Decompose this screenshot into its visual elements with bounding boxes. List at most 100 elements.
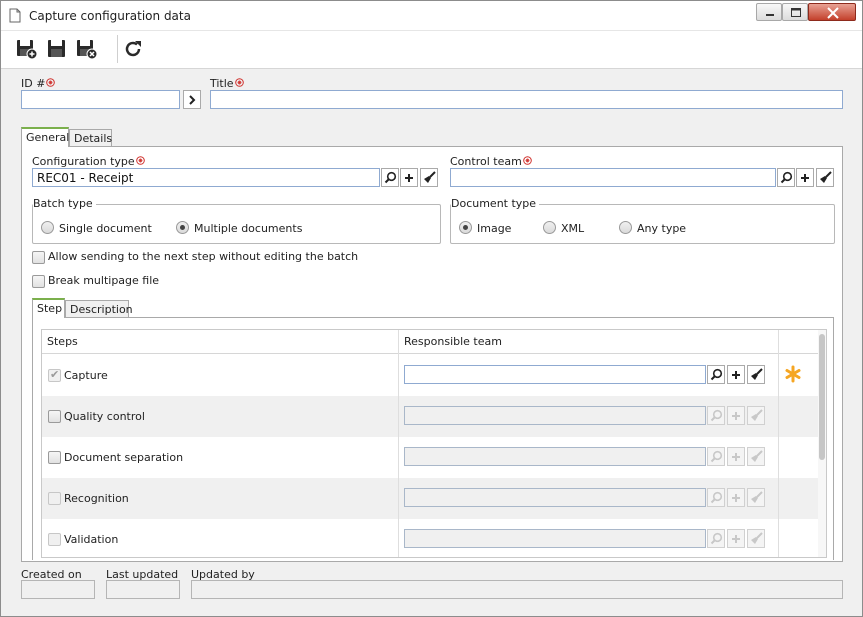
column-divider (398, 330, 399, 557)
steps-scrollbar[interactable] (818, 330, 826, 557)
responsible-team-input (404, 488, 706, 507)
updated-by-field (191, 580, 843, 599)
save-new-icon (17, 40, 38, 60)
responsible-team-clear-button (747, 529, 765, 548)
responsible-team-input (404, 529, 706, 548)
save-new-button[interactable] (14, 36, 40, 62)
step-checkbox (48, 533, 61, 546)
plus-icon (732, 370, 740, 379)
minimize-button[interactable] (756, 3, 782, 21)
step-checkbox[interactable] (48, 410, 61, 423)
toolbar (1, 31, 862, 69)
configuration-type-add-button[interactable] (400, 168, 418, 187)
responsible-team-input (404, 406, 706, 425)
required-icon (46, 78, 56, 87)
id-label: ID # (21, 77, 56, 90)
steps-scrollbar-thumb[interactable] (819, 334, 825, 460)
responsible-team-add-button (727, 488, 745, 507)
step-label: Recognition (64, 492, 129, 505)
xml-radio[interactable] (543, 221, 556, 234)
control-team-clear-button[interactable] (816, 168, 834, 187)
control-team-search-button[interactable] (777, 168, 795, 187)
step-label: Validation (64, 533, 119, 546)
search-icon (710, 491, 722, 504)
responsible-team-add-button (727, 529, 745, 548)
plus-icon (405, 173, 413, 182)
search-icon (384, 171, 396, 184)
image-label: Image (477, 222, 512, 235)
control-team-input[interactable] (450, 168, 776, 187)
tab-step[interactable]: Step (32, 298, 65, 318)
any-type-radio[interactable] (619, 221, 632, 234)
broom-icon (750, 532, 763, 544)
step-label: Document separation (64, 451, 184, 464)
created-on-field (21, 580, 95, 599)
responsible-team-clear-button (747, 406, 765, 425)
responsible-team-clear-button (747, 488, 765, 507)
responsible-team-search-button (707, 529, 725, 548)
responsible-team-input (404, 447, 706, 466)
single-document-radio[interactable] (41, 221, 54, 234)
table-row: Recognition (42, 478, 818, 519)
control-team-add-button[interactable] (796, 168, 814, 187)
title-input[interactable] (210, 90, 843, 109)
configuration-type-clear-button[interactable] (420, 168, 438, 187)
tab-description[interactable]: Description (65, 300, 133, 317)
broom-icon (819, 171, 832, 183)
document-icon (9, 8, 21, 26)
multiple-documents-radio[interactable] (176, 221, 189, 234)
configuration-type-input[interactable]: REC01 - Receipt (32, 168, 380, 187)
responsible-team-clear-button (747, 447, 765, 466)
allow-sending-label: Allow sending to the next step without e… (48, 250, 359, 263)
image-radio[interactable] (459, 221, 472, 234)
chevron-right-icon (189, 94, 196, 105)
checkmark-icon: ✔ (50, 368, 60, 381)
table-row: Quality control (42, 396, 818, 437)
responsible-team-search-button (707, 447, 725, 466)
save-button[interactable] (44, 36, 70, 62)
responsible-team-clear-button[interactable] (747, 365, 765, 384)
plus-icon (732, 534, 740, 543)
search-icon (710, 368, 722, 381)
table-row: ✔ Capture (42, 355, 818, 396)
break-multipage-checkbox[interactable] (32, 275, 45, 288)
allow-sending-checkbox[interactable] (32, 251, 45, 264)
tab-general[interactable]: General (21, 127, 69, 147)
responsible-team-add-button (727, 406, 745, 425)
maximize-button[interactable] (782, 3, 808, 21)
responsible-team-search-button (707, 488, 725, 507)
plus-icon (732, 452, 740, 461)
required-icon (234, 78, 244, 87)
refresh-button[interactable] (120, 36, 146, 62)
step-checkbox[interactable] (48, 451, 61, 464)
id-go-button[interactable] (183, 90, 201, 109)
id-input[interactable] (21, 90, 180, 109)
toolbar-separator (117, 35, 118, 63)
control-team-label: Control team (450, 155, 532, 168)
tab-details[interactable]: Details (69, 129, 112, 146)
step-checkbox (48, 492, 61, 505)
save-close-button[interactable] (74, 36, 100, 62)
broom-icon (750, 409, 763, 421)
search-icon (710, 532, 722, 545)
steps-table: Steps Responsible team ✔ Capture Quality… (41, 329, 827, 558)
broom-icon (423, 171, 436, 183)
plus-icon (801, 173, 809, 182)
close-button[interactable] (808, 3, 856, 21)
responsible-team-search-button (707, 406, 725, 425)
multiple-documents-label: Multiple documents (194, 222, 303, 235)
responsible-team-search-button[interactable] (707, 365, 725, 384)
responsible-team-add-button[interactable] (727, 365, 745, 384)
asterisk-icon (784, 365, 802, 386)
search-icon (710, 409, 722, 422)
single-document-label: Single document (59, 222, 152, 235)
refresh-icon (125, 41, 141, 57)
column-divider (778, 330, 779, 557)
window: Capture configuration data ID # Title Ge… (0, 0, 863, 617)
responsible-team-input[interactable] (404, 365, 706, 384)
responsible-team-column-header: Responsible team (404, 335, 502, 348)
configuration-type-search-button[interactable] (381, 168, 399, 187)
step-checkbox[interactable]: ✔ (48, 368, 61, 382)
search-icon (780, 171, 792, 184)
save-icon (48, 40, 65, 57)
